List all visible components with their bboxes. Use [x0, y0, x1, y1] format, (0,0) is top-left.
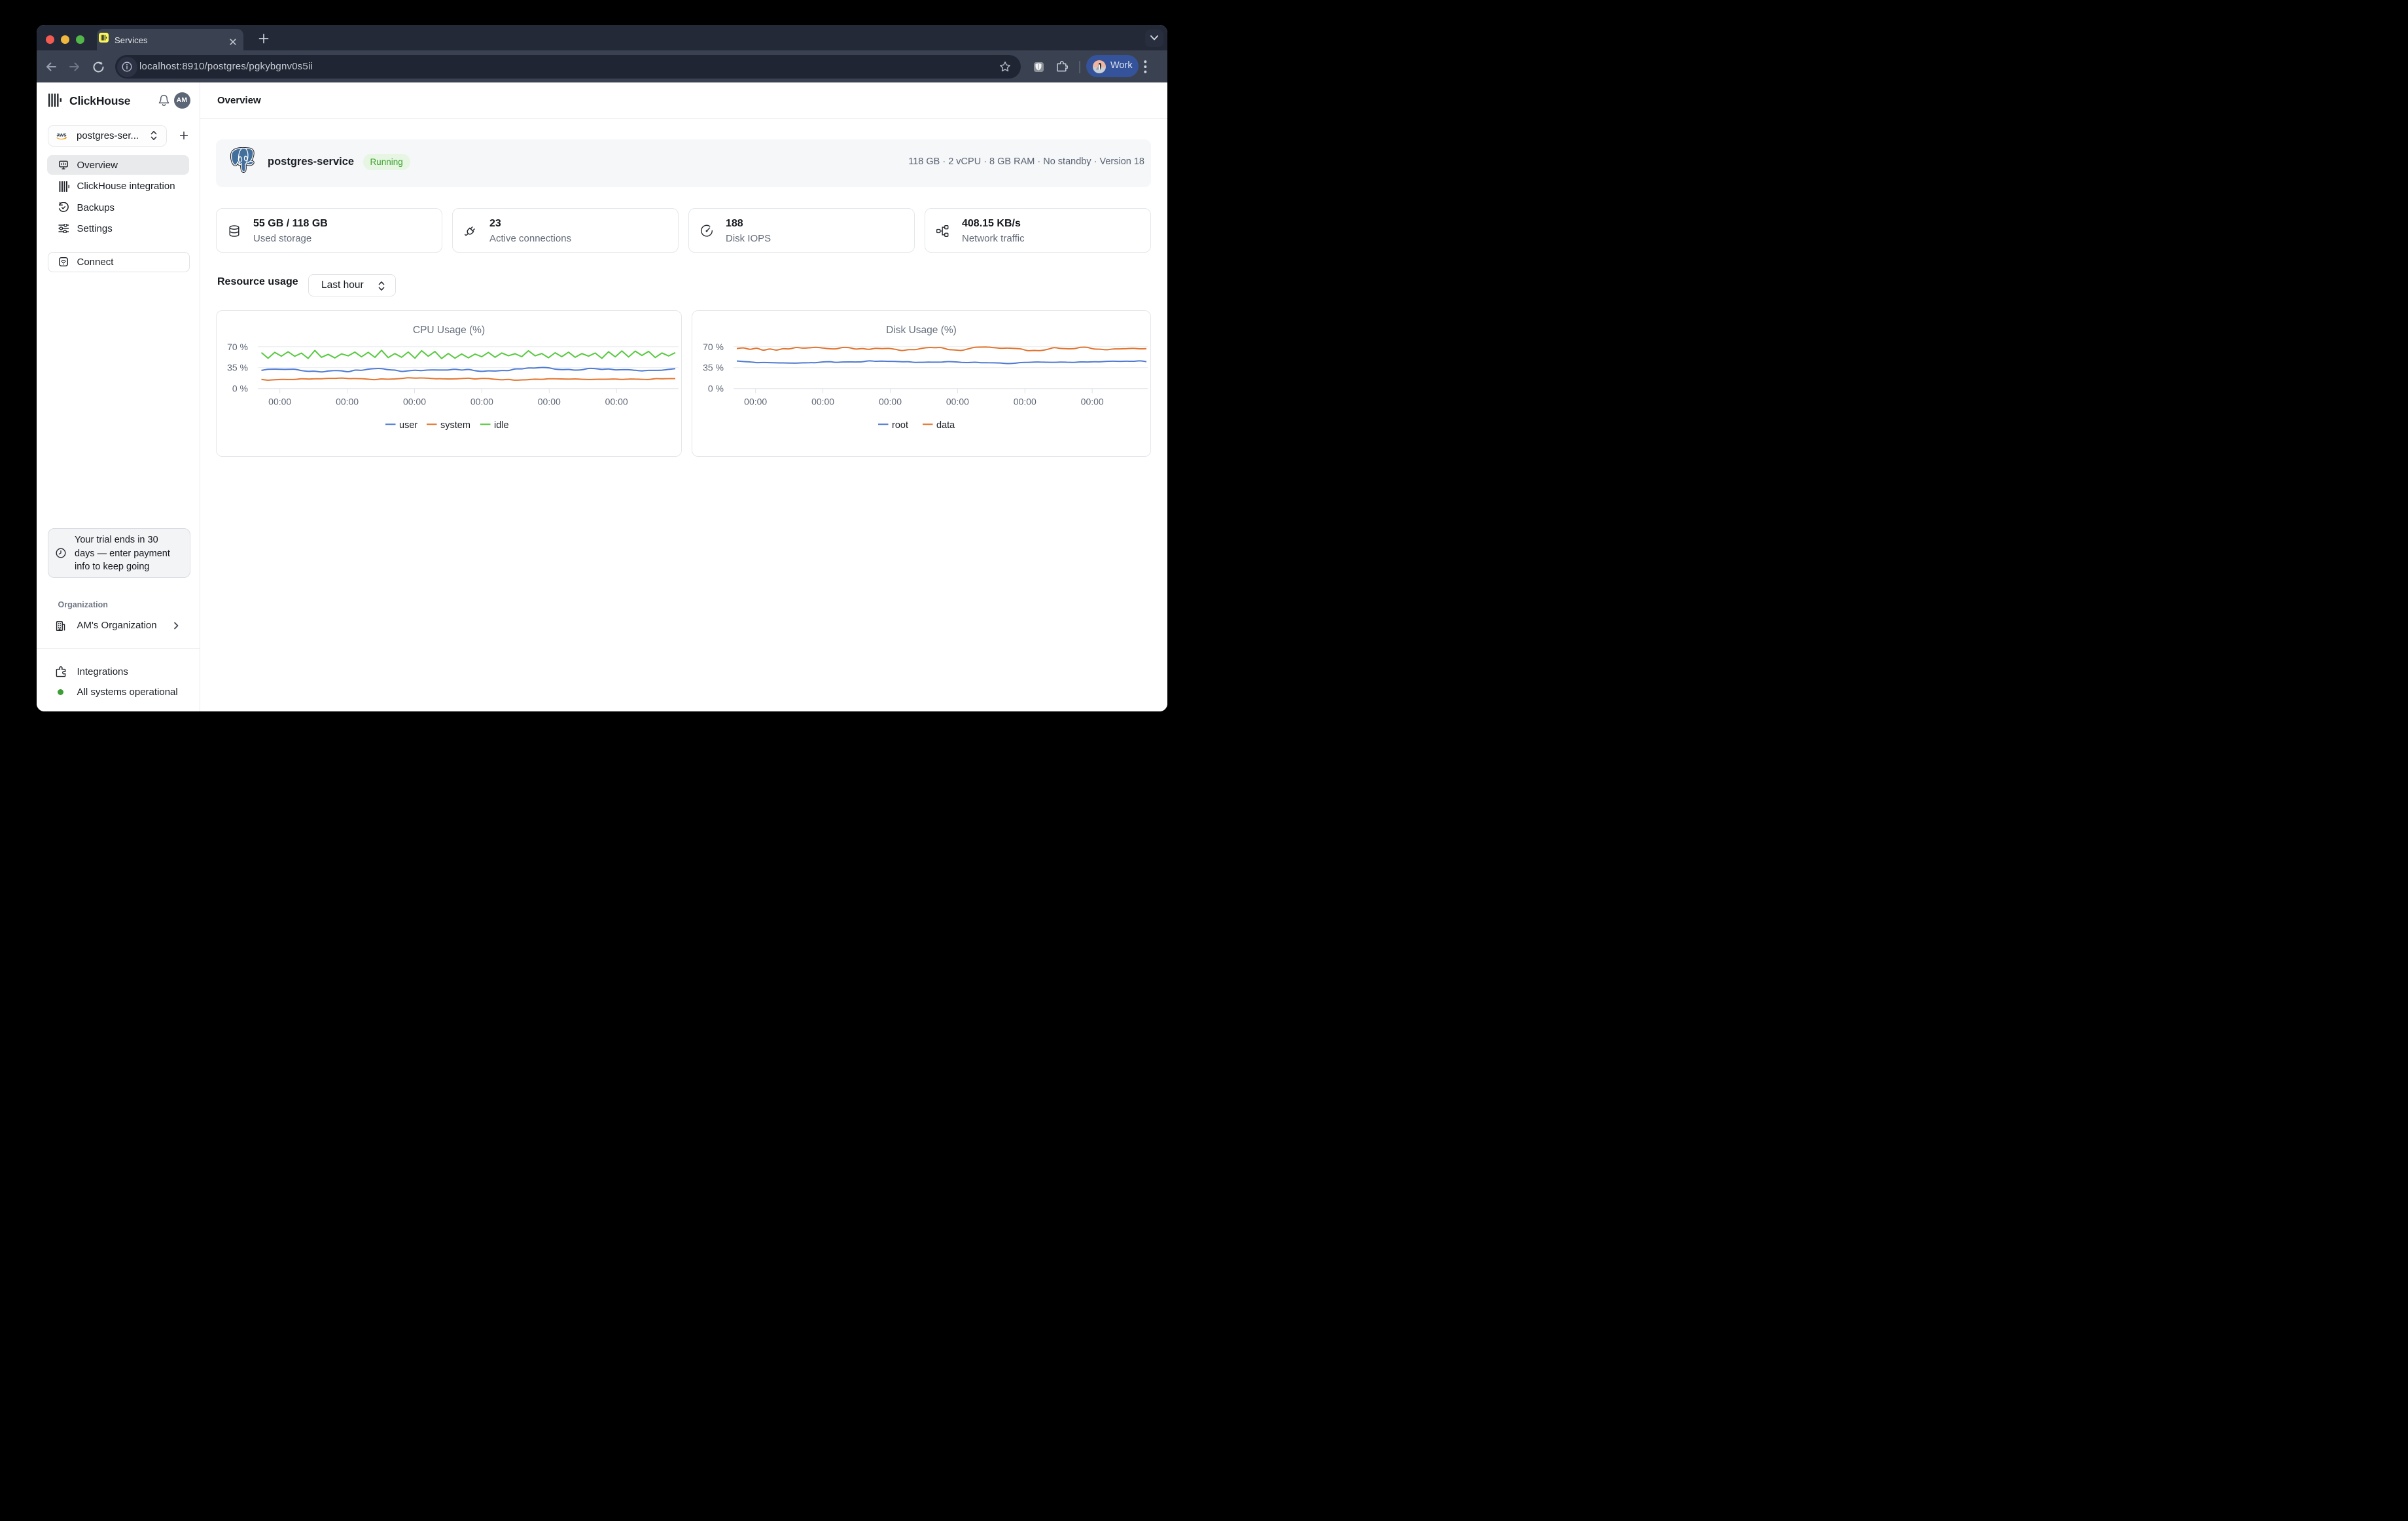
svg-text:user: user	[399, 420, 417, 431]
svg-text:data: data	[936, 420, 955, 431]
svg-text:CPU Usage (%): CPU Usage (%)	[413, 325, 485, 336]
svg-text:aws: aws	[57, 132, 67, 137]
svg-text:00:00: 00:00	[268, 396, 291, 406]
svg-text:35 %: 35 %	[703, 362, 724, 372]
svg-text:00:00: 00:00	[470, 396, 493, 406]
svg-text:00:00: 00:00	[879, 396, 902, 406]
svg-text:00:00: 00:00	[403, 396, 426, 406]
svg-text:0 %: 0 %	[708, 383, 724, 393]
svg-text:70 %: 70 %	[703, 341, 724, 351]
svg-text:70 %: 70 %	[227, 341, 248, 351]
svg-text:idle: idle	[494, 420, 509, 431]
svg-text:00:00: 00:00	[1014, 396, 1036, 406]
svg-text:00:00: 00:00	[336, 396, 359, 406]
svg-text:00:00: 00:00	[946, 396, 969, 406]
svg-text:00:00: 00:00	[1081, 396, 1104, 406]
svg-text:root: root	[892, 420, 908, 431]
svg-text:system: system	[440, 420, 470, 431]
svg-text:0 %: 0 %	[232, 383, 248, 393]
svg-text:Disk Usage (%): Disk Usage (%)	[886, 325, 957, 336]
svg-text:00:00: 00:00	[538, 396, 561, 406]
svg-text:00:00: 00:00	[744, 396, 767, 406]
svg-text:35 %: 35 %	[227, 362, 248, 372]
svg-text:00:00: 00:00	[811, 396, 834, 406]
svg-text:00:00: 00:00	[605, 396, 628, 406]
